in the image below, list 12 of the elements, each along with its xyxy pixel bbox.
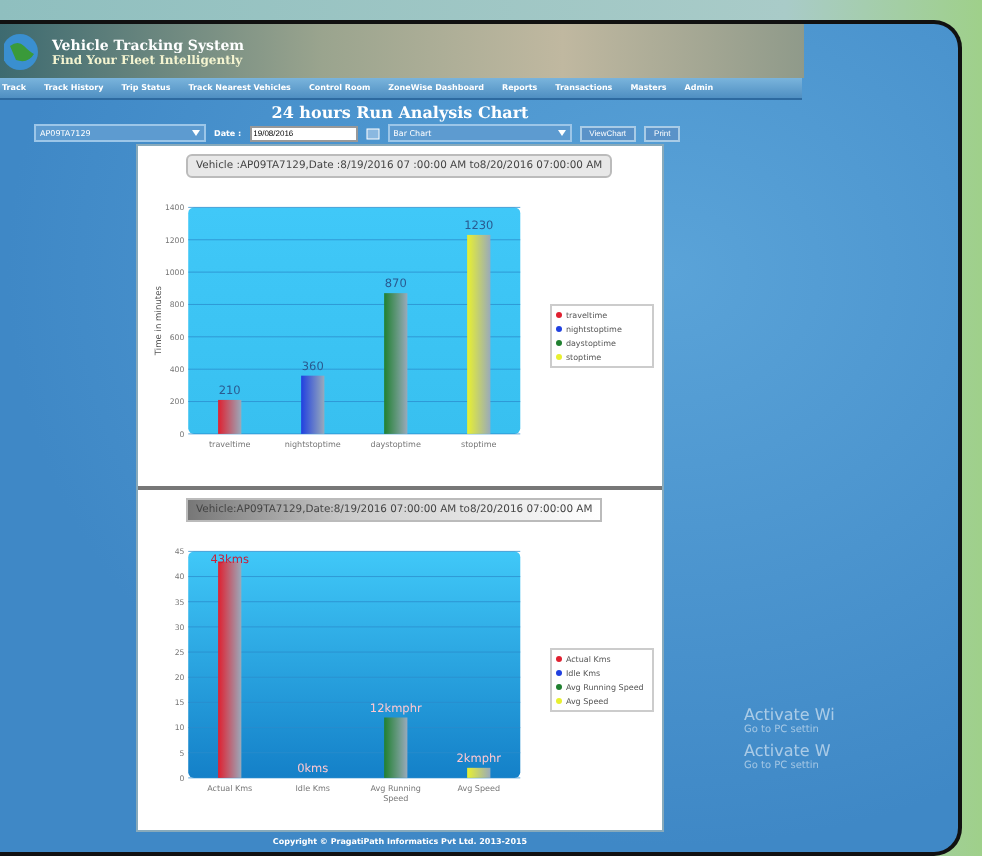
caret-icon — [192, 130, 200, 137]
page-title: 24 hours Run Analysis Chart — [269, 99, 531, 124]
activation-notice-title: Activate Wi — [744, 705, 835, 724]
bar — [301, 375, 325, 434]
bar — [467, 767, 491, 778]
bar — [384, 717, 408, 778]
caret-icon — [557, 130, 566, 137]
bar — [218, 399, 242, 434]
globe-logo-icon — [4, 29, 40, 74]
bar — [384, 292, 408, 434]
calendar-icon[interactable] — [365, 127, 380, 140]
activation-notice-title: Activate W — [744, 741, 831, 760]
